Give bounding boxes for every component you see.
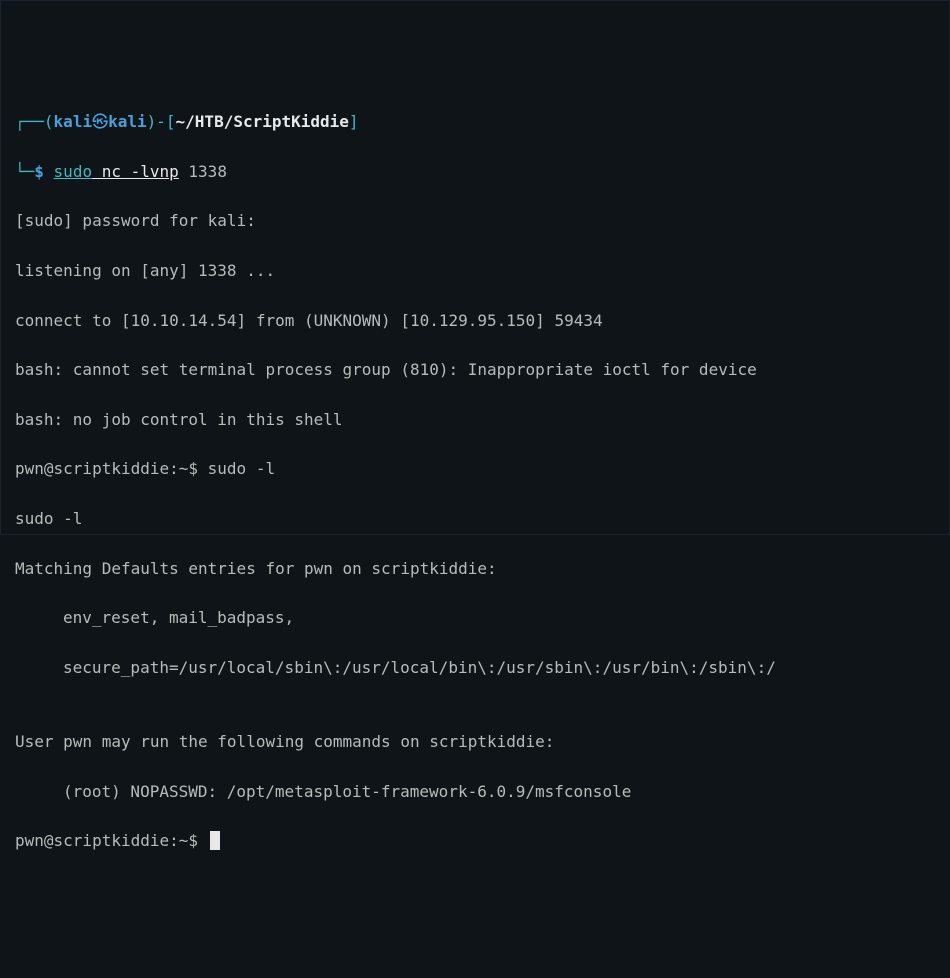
output-sudo-password: [sudo] password for kali: [15, 209, 935, 234]
output-connect: connect to [10.10.14.54] from (UNKNOWN) … [15, 309, 935, 334]
bracket-close: ] [349, 112, 359, 131]
output-echo: sudo -l [15, 507, 935, 532]
output-defaults1: env_reset, mail_badpass, [15, 606, 935, 631]
paren-close: ) [147, 112, 157, 131]
prompt-host: kali [108, 112, 147, 131]
output-defaults2: secure_path=/usr/local/sbin\:/usr/local/… [15, 656, 935, 681]
output-usermay: User pwn may run the following commands … [15, 730, 935, 755]
output-listening: listening on [any] 1338 ... [15, 259, 935, 284]
cmd-sudo: sudo [54, 162, 93, 181]
prompt-dash2: └─ [15, 162, 34, 181]
output-bash-error1: bash: cannot set terminal process group … [15, 358, 935, 383]
dollar-icon: $ [34, 162, 44, 181]
cmd-arg: 1338 [179, 162, 227, 181]
prompt-dash: ┌── [15, 112, 44, 131]
cursor-icon [210, 831, 220, 850]
prompt-line-1: ┌──(kali㉿kali)-[~/HTB/ScriptKiddie] [15, 110, 935, 135]
cmd-nc: nc -lvnp [92, 162, 179, 181]
prompt-path: ~/HTB/ScriptKiddie [176, 112, 349, 131]
prompt-line-2[interactable]: └─$ sudo nc -lvnp 1338 [15, 160, 935, 185]
prompt-user: kali [54, 112, 93, 131]
dash-bracket: -[ [156, 112, 175, 131]
output-matching: Matching Defaults entries for pwn on scr… [15, 557, 935, 582]
remote-prompt-1[interactable]: pwn@scriptkiddie:~$ sudo -l [15, 457, 935, 482]
output-nopasswd: (root) NOPASSWD: /opt/metasploit-framewo… [15, 780, 935, 805]
remote-cmd: sudo -l [208, 459, 275, 478]
output-bash-error2: bash: no job control in this shell [15, 408, 935, 433]
remote-prompt-text2: pwn@scriptkiddie:~$ [15, 831, 208, 850]
remote-prompt-2[interactable]: pwn@scriptkiddie:~$ [15, 829, 935, 854]
remote-prompt-text: pwn@scriptkiddie:~$ [15, 459, 208, 478]
paren-open: ( [44, 112, 54, 131]
skull-icon: ㉿ [92, 112, 108, 131]
